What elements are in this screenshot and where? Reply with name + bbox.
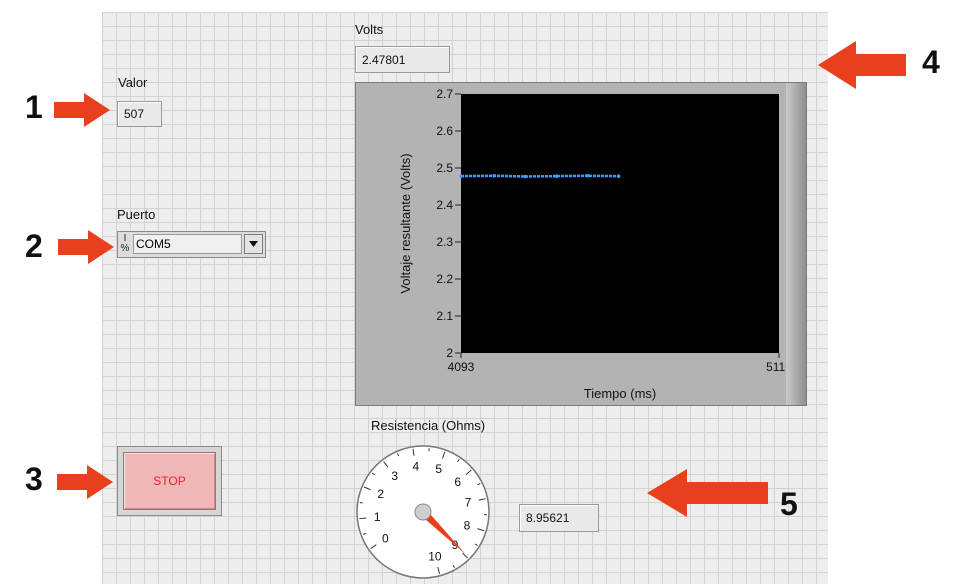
- y-tick-label: 2.2: [436, 272, 453, 286]
- arrow-left-icon: [647, 469, 768, 517]
- arrow-right-icon: [58, 230, 114, 264]
- gauge-tick-label: 2: [377, 487, 384, 501]
- puerto-label: Puerto: [117, 207, 156, 222]
- annotation-number-3: 3: [25, 461, 43, 497]
- volts-indicator: 2.47801: [355, 46, 450, 73]
- gauge-tick-label: 1: [374, 510, 381, 524]
- io-pointer-icon: I%: [120, 233, 130, 254]
- resistencia-indicator: 8.95621: [519, 504, 599, 532]
- x-axis-label: Tiempo (ms): [584, 386, 656, 401]
- arrow-right-icon: [54, 93, 110, 127]
- y-tick-label: 2.6: [436, 124, 453, 138]
- puerto-combo[interactable]: I% COM5: [117, 231, 266, 258]
- annotation-number-2: 2: [25, 228, 43, 264]
- data-point: [459, 174, 463, 178]
- arrow-right-icon: [57, 465, 113, 499]
- y-tick-label: 2.7: [436, 87, 453, 101]
- stop-button-label: STOP: [123, 452, 216, 510]
- x-tick-label: 4093: [448, 360, 475, 374]
- gauge-tick-label: 8: [464, 518, 471, 532]
- data-point: [616, 174, 621, 178]
- y-axis-label: Voltaje resultante (Volts): [398, 153, 413, 293]
- y-tick-label: 2: [446, 346, 453, 360]
- data-point: [585, 173, 590, 178]
- y-tick-label: 2.4: [436, 198, 453, 212]
- gauge-tick-label: 5: [435, 462, 442, 476]
- data-point: [492, 173, 497, 178]
- annotation-number-4: 4: [922, 44, 940, 80]
- data-point: [523, 174, 528, 179]
- plot-area: [461, 94, 779, 353]
- gauge-tick-label: 7: [465, 495, 472, 509]
- valor-label: Valor: [118, 75, 148, 90]
- gauge-tick-label: 0: [382, 531, 389, 545]
- y-tick-label: 2.3: [436, 235, 453, 249]
- chart-rail: [786, 83, 806, 405]
- gauge-tick-label: 4: [412, 460, 419, 474]
- chart-svg: 2 2.1 2.2 2.3 2.4 2.5 2.6 2.7 4093 5116 Tiempo (ms…: [398, 87, 786, 401]
- gauge-tick-label: 3: [391, 469, 398, 483]
- gauge-tick-label: 10: [428, 549, 442, 563]
- resistencia-gauge: 01234 5678910: [356, 445, 490, 579]
- data-point: [554, 174, 559, 178]
- annotation-number-5: 5: [780, 486, 798, 522]
- x-tick-label: 5116: [766, 360, 786, 374]
- waveform-chart: 2 2.1 2.2 2.3 2.4 2.5 2.6 2.7 4093 5116 Tiempo (ms…: [355, 82, 807, 406]
- gauge-tick-label: 6: [454, 475, 461, 489]
- chevron-down-icon[interactable]: [244, 234, 263, 254]
- y-tick-label: 2.1: [436, 309, 453, 323]
- resistencia-label: Resistencia (Ohms): [371, 418, 486, 433]
- stop-button[interactable]: STOP: [117, 446, 222, 516]
- annotation-number-1: 1: [25, 89, 43, 125]
- valor-indicator: 507: [117, 101, 162, 127]
- y-tick-label: 2.5: [436, 161, 453, 175]
- volts-label: Volts: [355, 22, 384, 37]
- gauge-hub: [414, 503, 432, 521]
- puerto-value[interactable]: COM5: [133, 234, 242, 254]
- arrow-left-icon: [818, 41, 906, 89]
